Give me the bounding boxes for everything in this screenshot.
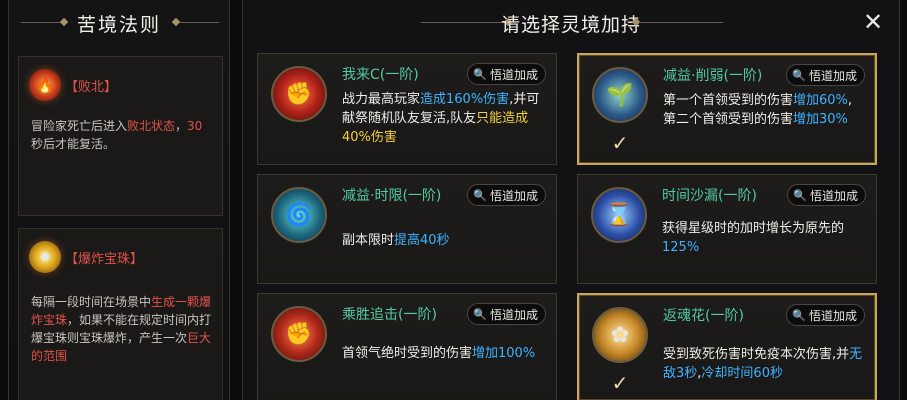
blessing-description: 第一个首领受到的伤害增加60%,第二个首领受到的伤害增加30%	[663, 91, 865, 129]
badge-label: 悟道加成	[808, 68, 857, 83]
magnifier-icon: 🔍	[793, 188, 807, 202]
blessing-description: 受到致死伤害时免疫本次伤害,并无敌3秒,冷却时间60秒	[663, 345, 865, 383]
blessing-description: 副本限时提高40秒	[342, 231, 546, 250]
insight-bonus-button[interactable]: 🔍 悟道加成	[467, 184, 546, 206]
blessing-name: 我来C(一阶)	[342, 67, 419, 83]
text-segment: 冷却时间60秒	[701, 366, 783, 381]
sprout-icon: 🌱	[592, 67, 648, 123]
blessing-name: 减益·削弱(一阶)	[663, 68, 763, 84]
title-divider-right	[179, 22, 219, 23]
insight-bonus-button[interactable]: 🔍 悟道加成	[787, 184, 866, 206]
hourglass-orbit-icon: ⌛	[591, 187, 647, 243]
text-segment: 受到致死伤害时免疫本次伤害,并	[663, 347, 850, 362]
insight-bonus-button[interactable]: 🔍 悟道加成	[786, 64, 865, 86]
magnifier-icon: 🔍	[473, 188, 487, 202]
blessing-name: 减益·时限(一阶)	[342, 188, 442, 204]
badge-label: 悟道加成	[808, 308, 857, 323]
magnifier-icon: 🔍	[792, 308, 806, 322]
title-divider-right	[639, 22, 723, 23]
rules-title: 苦境法则	[76, 14, 161, 36]
check-icon: ✓	[611, 371, 629, 395]
text-segment: 提高40秒	[394, 233, 450, 248]
text-segment: 秒后才能复活。	[31, 137, 116, 151]
rule-header: 🔥 【败北】	[29, 67, 117, 103]
badge-label: 悟道加成	[809, 188, 858, 203]
rule-name: 【爆炸宝珠】	[65, 251, 144, 267]
page-title: 请选择灵境加持	[500, 14, 641, 36]
check-icon: ✓	[611, 131, 629, 155]
flower-crest-icon: ✿	[592, 307, 648, 363]
rule-header: ✹ 【爆炸宝珠】	[29, 239, 143, 275]
blessing-description: 获得星级时的加时增长为原先的 125%	[662, 219, 866, 257]
rule-name: 【败北】	[65, 79, 118, 95]
blessing-card-pursuit[interactable]: ✊ 乘胜追击(一阶) 🔍 悟道加成 首领气绝时受到的伤害增加100%	[257, 293, 557, 400]
text-segment: 第一个首领受到的伤害	[663, 93, 794, 108]
blessing-card-debuff-weaken[interactable]: 🌱 ✓ 减益·削弱(一阶) 🔍 悟道加成 第一个首领受到的伤害增加60%,第二个首…	[577, 53, 877, 165]
rules-panel: 苦境法则 🔥 【败北】 冒险家死亡后进入败北状态，30 秒后才能复活。 ✹ 【爆炸…	[8, 0, 230, 400]
blessing-description: 战力最高玩家造成160%伤害,并可献祭随机队友复活,队友只能造成40%伤害	[342, 90, 546, 147]
blessing-card-carry[interactable]: ✊ 我来C(一阶) 🔍 悟道加成 战力最高玩家造成160%伤害,并可献祭随机队友复…	[257, 53, 557, 165]
blessing-card-hourglass[interactable]: ⌛ 时间沙漏(一阶) 🔍 悟道加成 获得星级时的加时增长为原先的 125%	[577, 174, 877, 284]
text-segment: 30	[187, 119, 203, 133]
text-segment: 增加100%	[472, 346, 536, 361]
blessing-selection-panel: 请选择灵境加持 ✕ ✊ 我来C(一阶) 🔍 悟道加成 战力最高玩家造成160%伤害…	[242, 0, 900, 400]
text-segment: 125%	[662, 240, 700, 255]
text-segment: 造成160%伤害	[420, 92, 510, 107]
badge-label: 悟道加成	[489, 188, 538, 203]
blessing-name: 时间沙漏(一阶)	[662, 188, 757, 204]
blessing-card-debuff-time[interactable]: 🌀 减益·时限(一阶) 🔍 悟道加成 副本限时提高40秒	[257, 174, 557, 284]
raised-fist-icon: ✊	[271, 306, 327, 362]
text-segment: 副本限时	[342, 233, 395, 248]
insight-bonus-button[interactable]: 🔍 悟道加成	[786, 304, 865, 326]
fist-fire-icon: ✊	[271, 66, 327, 122]
text-segment: 首领气绝时受到的伤害	[342, 346, 473, 361]
text-segment: 获得星级时的加时增长为原先的	[662, 221, 845, 236]
blessing-name: 返魂花(一阶)	[663, 308, 744, 324]
rule-card-defeat: 🔥 【败北】 冒险家死亡后进入败北状态，30 秒后才能复活。	[18, 56, 223, 216]
text-segment: ，	[175, 119, 188, 133]
text-segment: 增加30%	[793, 112, 848, 127]
rule-description: 冒险家死亡后进入败北状态，30 秒后才能复活。	[31, 117, 214, 153]
magnifier-icon: 🔍	[792, 68, 806, 82]
magnifier-icon: 🔍	[473, 307, 487, 321]
flame-icon: 🔥	[29, 69, 61, 101]
blessing-name: 乘胜追击(一阶)	[342, 307, 437, 323]
magnifier-icon: 🔍	[473, 67, 487, 81]
badge-label: 悟道加成	[489, 67, 538, 82]
rule-card-bomb-orb: ✹ 【爆炸宝珠】 每隔一段时间在场景中生成一颗爆炸宝珠，如果不能在规定时间内打爆…	[18, 228, 223, 400]
text-segment: 败北状态	[127, 119, 176, 133]
insight-bonus-button[interactable]: 🔍 悟道加成	[467, 63, 546, 85]
swirl-icon: 🌀	[271, 187, 327, 243]
text-segment: 战力最高玩家	[342, 92, 421, 107]
text-segment: 冒险家死亡后进入	[31, 119, 128, 133]
rule-description: 每隔一段时间在场景中生成一颗爆炸宝珠，如果不能在规定时间内打爆宝珠则宝珠爆炸，产…	[31, 293, 214, 365]
badge-label: 悟道加成	[489, 307, 538, 322]
orb-icon: ✹	[29, 241, 61, 273]
blessing-description: 首领气绝时受到的伤害增加100%	[342, 344, 546, 363]
close-icon[interactable]: ✕	[861, 10, 885, 34]
text-segment: 增加60%	[793, 93, 848, 108]
text-segment: 每隔一段时间在场景中	[31, 295, 152, 309]
blessing-card-revive-flower[interactable]: ✿ ✓ 返魂花(一阶) 🔍 悟道加成 受到致死伤害时免疫本次伤害,并无敌3秒,冷却…	[577, 293, 877, 400]
insight-bonus-button[interactable]: 🔍 悟道加成	[467, 303, 546, 325]
